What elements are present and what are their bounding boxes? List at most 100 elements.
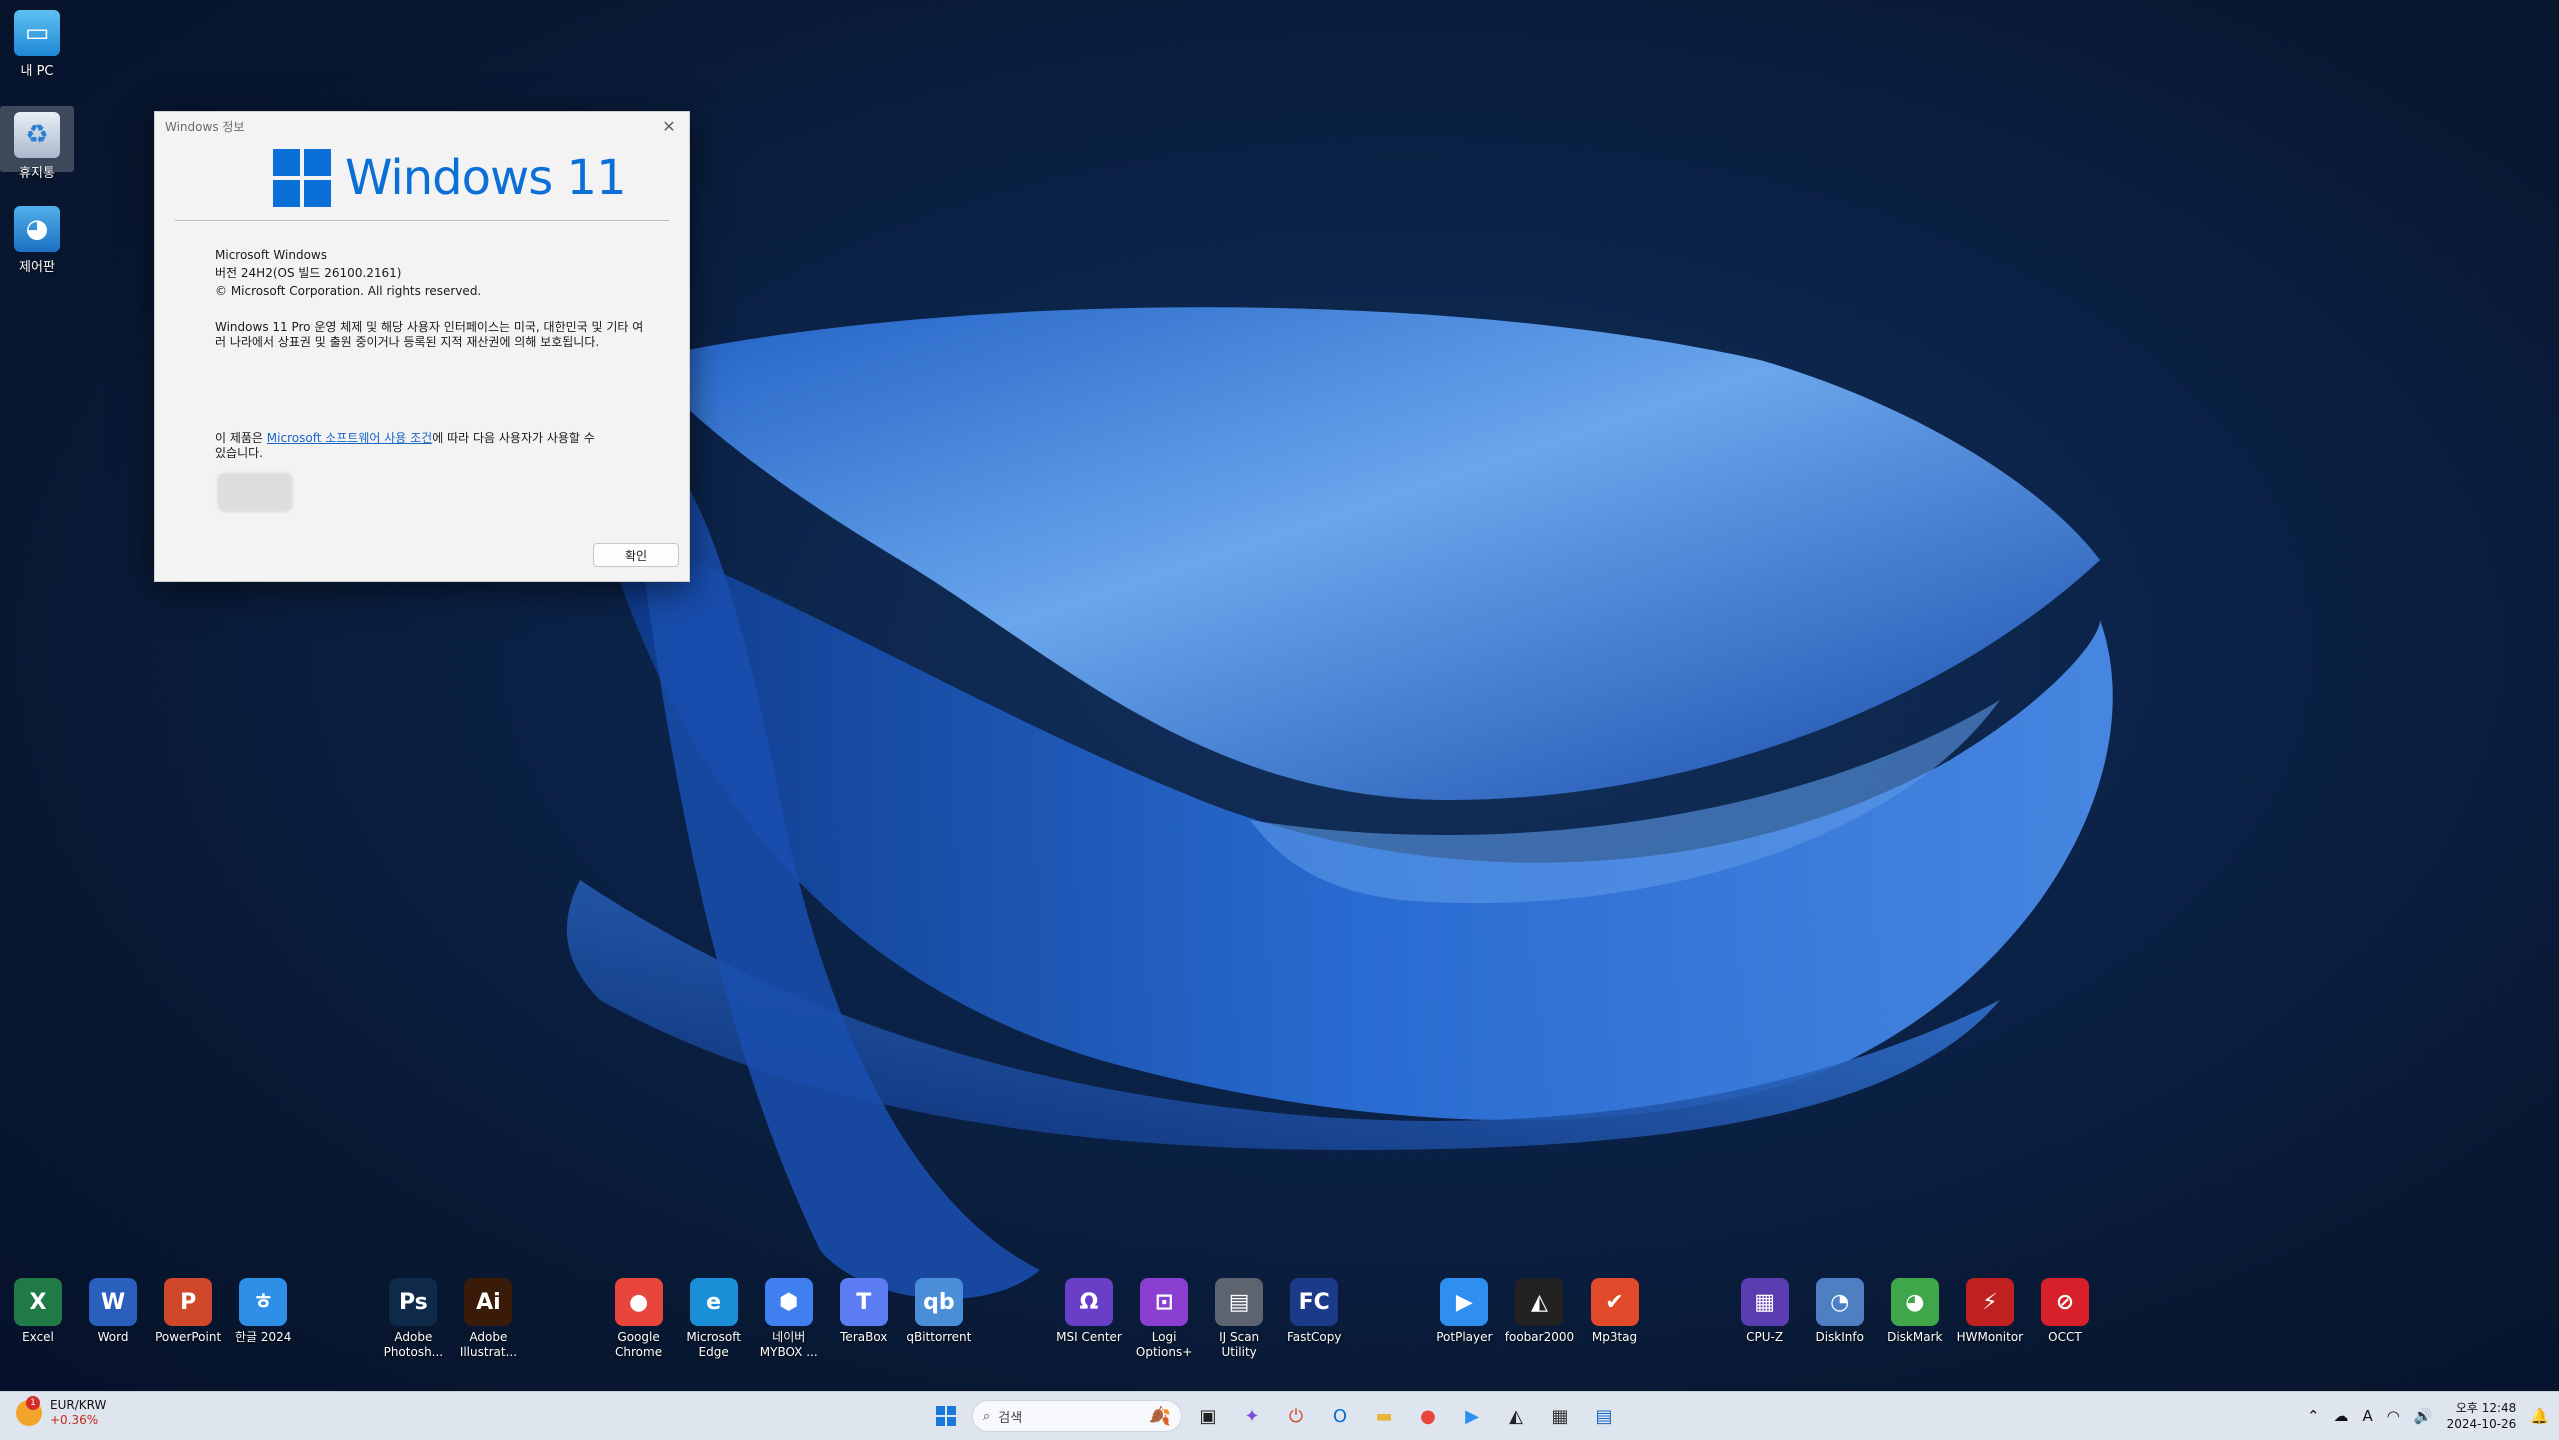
desktop-shortcut[interactable]: T TeraBox (826, 1278, 902, 1345)
shortcut-label: OCCT (2048, 1330, 2082, 1344)
desktop-shortcut[interactable]: X Excel (0, 1278, 76, 1345)
desktop-shortcut[interactable]: ✔ Mp3tag (1577, 1278, 1653, 1345)
desktop-icon-label: 내 PC (20, 64, 54, 79)
mybox-icon: ⬢ (764, 1278, 813, 1326)
windows-logo-text: Windows 11 (345, 150, 627, 206)
license-text: 이 제품은 Microsoft 소프트웨어 사용 조건에 따라 다음 사용자가 … (215, 431, 595, 461)
desktop-shortcut[interactable]: ◕ DiskMark (1877, 1278, 1953, 1345)
desktop-icon-recycle-bin[interactable]: ♻ 휴지통 (0, 106, 74, 181)
start-button[interactable] (928, 1398, 964, 1434)
shortcut-label: DiskMark (1887, 1330, 1943, 1344)
desktop-shortcut[interactable]: ▦ CPU-Z (1727, 1278, 1803, 1345)
notification-bell-icon[interactable]: 🔔 (2530, 1407, 2549, 1425)
onedrive-icon[interactable]: ☁ (2334, 1407, 2349, 1425)
desktop-icon-control-panel[interactable]: ◕ 제어판 (0, 200, 74, 275)
desktop-shortcut[interactable]: ● Google Chrome (601, 1278, 677, 1360)
version-text: 버전 24H2(OS 빌드 26100.2161) (215, 266, 402, 280)
shortcut-label: Google Chrome (615, 1330, 663, 1359)
desktop-shortcut[interactable]: ▤ IJ Scan Utility (1201, 1278, 1277, 1360)
fastcopy-icon: FC (1290, 1278, 1339, 1326)
shortcut-label: PowerPoint (155, 1330, 222, 1344)
diskmark-icon: ◕ (1890, 1278, 1939, 1326)
recycle-bin-icon: ♻ (14, 112, 60, 158)
license-prefix: 이 제품은 (215, 431, 267, 445)
clock-date: 2024-10-26 (2446, 1417, 2517, 1431)
windows-logo: Windows 11 (273, 148, 689, 208)
shortcut-label: DiskInfo (1815, 1330, 1864, 1344)
wifi-icon[interactable]: ◠ (2387, 1407, 2400, 1425)
volume-icon[interactable]: 🔊 (2414, 1407, 2433, 1425)
diskinfo-icon: ◔ (1815, 1278, 1864, 1326)
desktop-shortcut[interactable]: ㅎ 한글 2024 (225, 1278, 301, 1345)
license-terms-link[interactable]: Microsoft 소프트웨어 사용 조건 (267, 431, 432, 445)
shortcut-label: Word (97, 1330, 129, 1344)
legal-text: Windows 11 Pro 운영 체제 및 해당 사용자 인터페이스는 미국,… (215, 320, 644, 349)
desktop-shortcut[interactable]: ◔ DiskInfo (1802, 1278, 1878, 1345)
desktop-icon-label: 제어판 (19, 260, 55, 275)
desktop-shortcut[interactable]: ⊘ OCCT (2027, 1278, 2103, 1345)
calculator-icon[interactable]: ▦ (1542, 1398, 1578, 1434)
task-view-icon[interactable]: ▣ (1190, 1398, 1226, 1434)
mp3tag-icon: ✔ (1590, 1278, 1639, 1326)
widgets-button[interactable]: 1 EUR/KRW +0.36% (16, 1396, 106, 1428)
system-tray: ⌃ ☁ A ◠ 🔊 오후 12:48 2024-10-26 🔔 (2307, 1398, 2549, 1434)
clock[interactable]: 오후 12:48 2024-10-26 (2447, 1400, 2517, 1432)
shortcut-label: 네이버 MYBOX ... (759, 1330, 818, 1359)
dialog-title: Windows 정보 (165, 119, 245, 134)
outlook-icon[interactable]: O (1322, 1398, 1358, 1434)
shortcut-label: 한글 2024 (234, 1330, 292, 1344)
foobar-icon[interactable]: ◭ (1498, 1398, 1534, 1434)
shortcut-label: Mp3tag (1591, 1330, 1638, 1344)
shortcut-label: Logi Options+ (1135, 1330, 1193, 1359)
monitor-icon: ▭ (14, 10, 60, 56)
notepad-icon[interactable]: ▤ (1586, 1398, 1622, 1434)
logi-options-icon: ⊡ (1140, 1278, 1189, 1326)
desktop-shortcut[interactable]: Ω MSI Center (1051, 1278, 1127, 1345)
desktop-icon-label: 휴지통 (19, 166, 55, 181)
power-icon[interactable]: ⏻ (1278, 1398, 1314, 1434)
taskbar: 1 EUR/KRW +0.36% ⌕ 검색 🍂 ▣ ✦ ⏻ O ▬ ● ▶ ◭ ▦ ▤ ⌃ ☁ A… (0, 1391, 2559, 1440)
chevron-up-icon[interactable]: ⌃ (2307, 1407, 2320, 1425)
desktop-icon-this-pc[interactable]: ▭ 내 PC (0, 4, 74, 79)
qbittorrent-icon: qb (914, 1278, 963, 1326)
ime-icon[interactable]: A (2363, 1407, 2373, 1425)
shortcut-label: Microsoft Edge (686, 1330, 741, 1359)
desktop-shortcut[interactable]: Ai Adobe Illustrat... (450, 1278, 526, 1360)
shortcut-label: TeraBox (840, 1330, 888, 1344)
windows-logo-icon (273, 149, 331, 207)
excel-icon: X (14, 1278, 62, 1326)
close-icon[interactable]: ✕ (649, 112, 689, 140)
powerpoint-icon: P (164, 1278, 213, 1326)
desktop-shortcut[interactable]: ◭ foobar2000 (1501, 1278, 1577, 1345)
about-windows-dialog: Windows 정보 ✕ Windows 11 Microsoft Window… (154, 111, 690, 582)
taskbar-center: ⌕ 검색 🍂 ▣ ✦ ⏻ O ▬ ● ▶ ◭ ▦ ▤ (928, 1398, 1622, 1434)
clock-time: 오후 12:48 (2455, 1401, 2517, 1415)
desktop-shortcut[interactable]: P PowerPoint (150, 1278, 226, 1345)
desktop-shortcut[interactable]: qb qBittorrent (901, 1278, 977, 1345)
product-name: Microsoft Windows (215, 248, 327, 262)
version-info: Microsoft Windows 버전 24H2(OS 빌드 26100.21… (215, 246, 645, 300)
foobar-icon: ◭ (1515, 1278, 1564, 1326)
search-placeholder: 검색 (998, 1410, 1023, 1426)
chrome-icon[interactable]: ● (1410, 1398, 1446, 1434)
shortcut-label: Adobe Photosh... (383, 1330, 444, 1359)
copyright-text: © Microsoft Corporation. All rights rese… (215, 284, 482, 298)
illustrator-icon: Ai (464, 1278, 513, 1326)
desktop-shortcut[interactable]: ⬢ 네이버 MYBOX ... (751, 1278, 827, 1360)
desktop-shortcut[interactable]: Ps Adobe Photosh... (375, 1278, 451, 1360)
desktop-shortcut[interactable]: ⚡ HWMonitor (1952, 1278, 2028, 1345)
shortcut-label: HWMonitor (1956, 1330, 2024, 1344)
ok-button[interactable]: 확인 (593, 543, 679, 567)
potplayer-icon[interactable]: ▶ (1454, 1398, 1490, 1434)
desktop-shortcut[interactable]: ⊡ Logi Options+ (1126, 1278, 1202, 1360)
shortcut-label: PotPlayer (1436, 1330, 1493, 1344)
desktop-shortcut[interactable]: FC FastCopy (1276, 1278, 1352, 1345)
copilot-icon[interactable]: ✦ (1234, 1398, 1270, 1434)
file-explorer-icon[interactable]: ▬ (1366, 1398, 1402, 1434)
desktop-shortcut[interactable]: e Microsoft Edge (676, 1278, 752, 1360)
shortcut-label: foobar2000 (1504, 1330, 1575, 1344)
desktop-shortcut[interactable]: W Word (75, 1278, 151, 1345)
shortcut-label: qBittorrent (906, 1330, 972, 1344)
search-box[interactable]: ⌕ 검색 🍂 (972, 1400, 1182, 1432)
desktop-shortcut[interactable]: ▶ PotPlayer (1426, 1278, 1502, 1345)
